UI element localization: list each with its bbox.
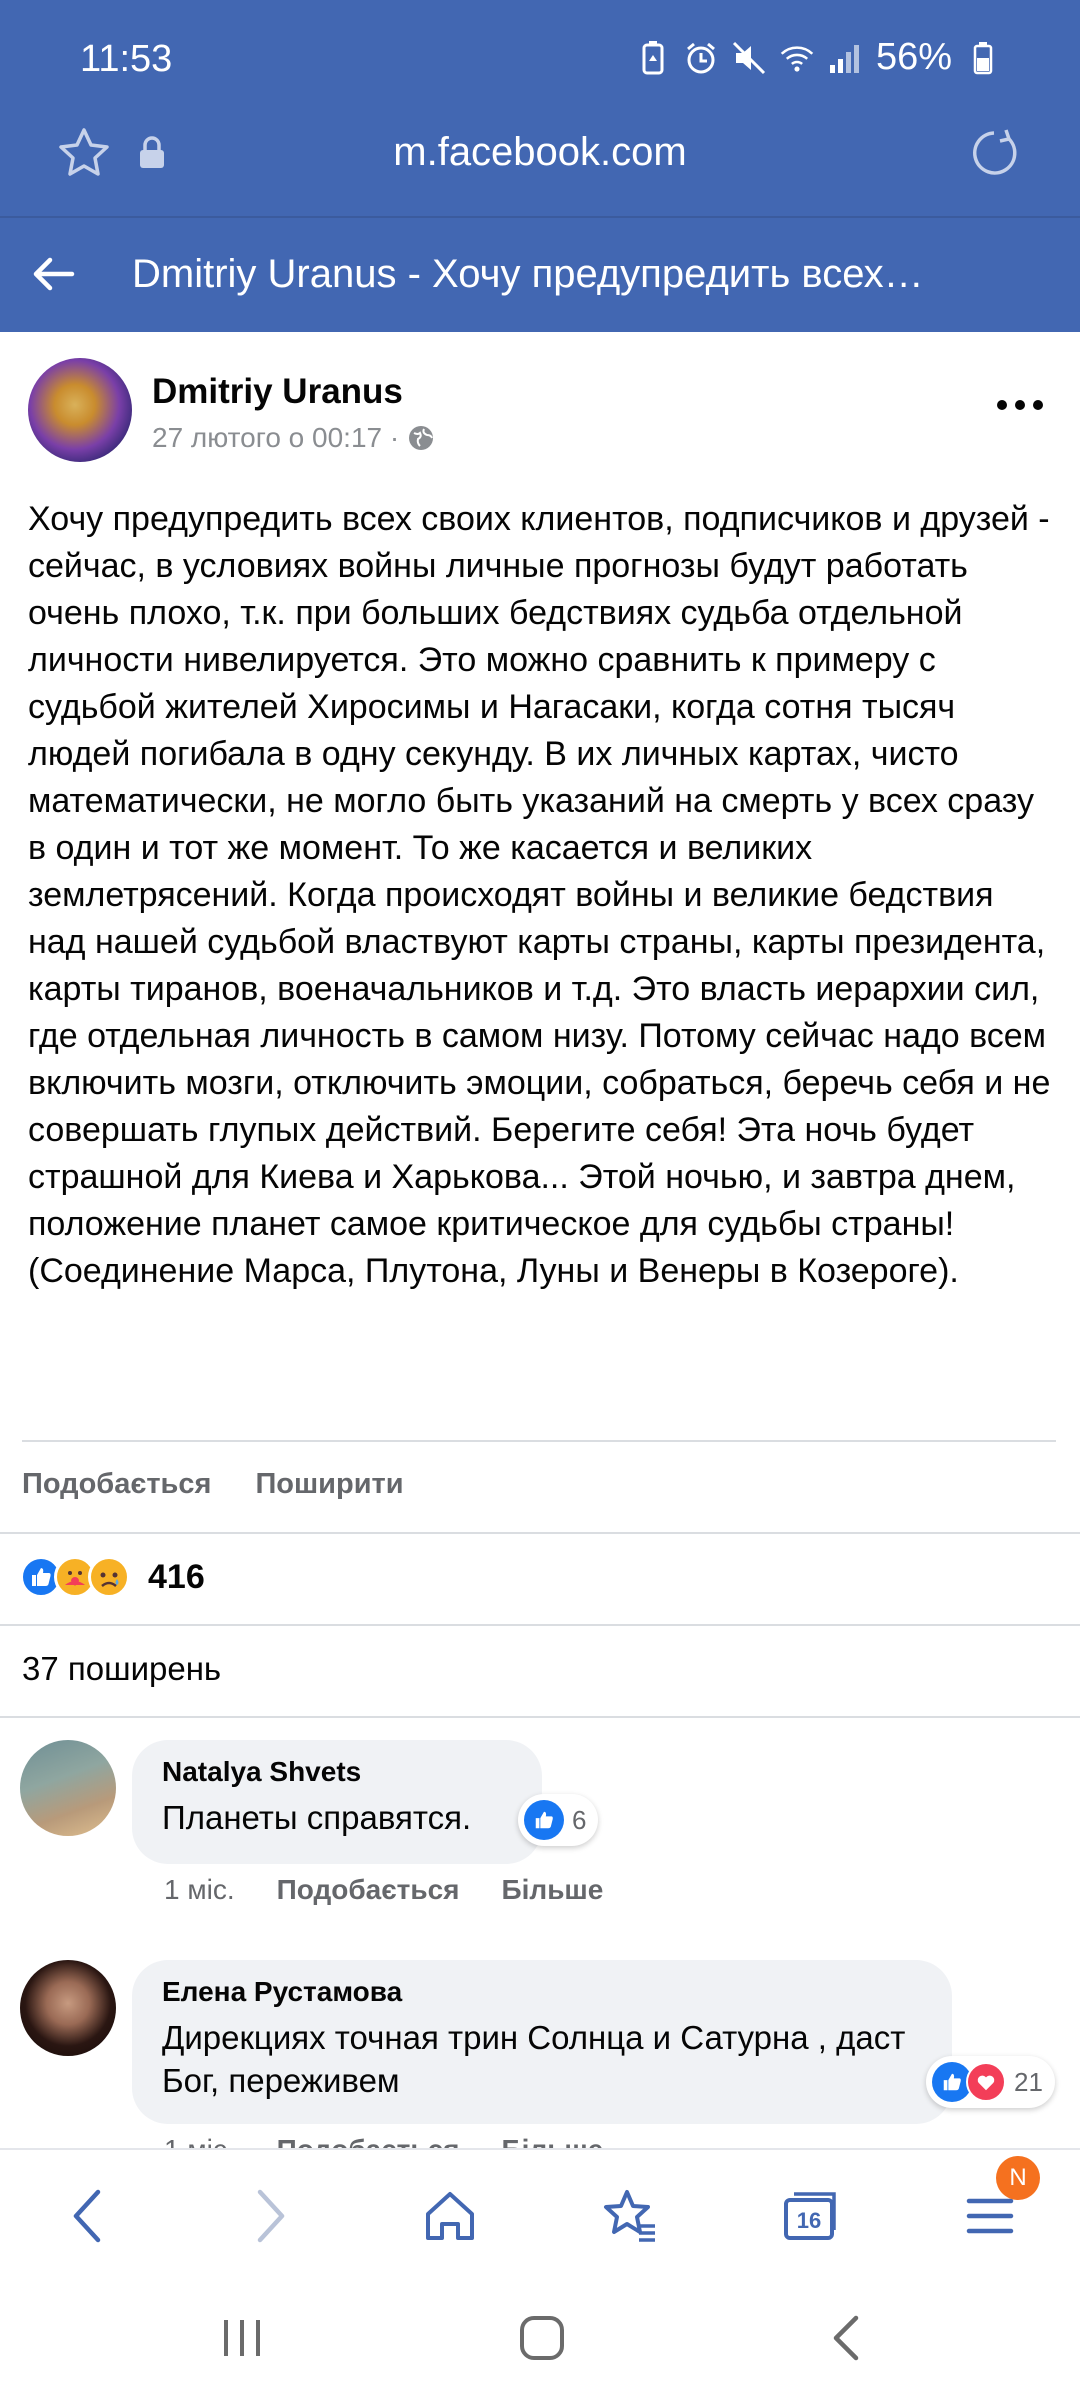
comment-bubble: Елена Рустамова Дирекциях точная трин Со… <box>132 1960 952 2124</box>
commenter-name[interactable]: Natalya Shvets <box>162 1756 512 1788</box>
browser-bottom-bar: 16 N <box>0 2148 1080 2278</box>
battery-saver-icon <box>636 40 670 75</box>
back-arrow-icon[interactable] <box>30 250 78 298</box>
status-icons: 56% <box>636 36 1000 79</box>
comment-text: Планеты справятся. <box>162 1799 472 1836</box>
comment: Natalya Shvets Планеты справятся. 6 1 мі… <box>0 1740 1080 1920</box>
shares-count[interactable]: 37 поширень <box>22 1650 221 1688</box>
comment-meta: 1 міс. Подобається Більше <box>164 2134 603 2148</box>
globe-icon <box>407 424 435 452</box>
author-avatar[interactable] <box>28 358 132 462</box>
url-bar: m.facebook.com <box>0 118 1080 216</box>
divider <box>0 1532 1080 1534</box>
status-bar: 11:53 56% <box>0 0 1080 120</box>
sad-reaction-icon <box>88 1556 130 1598</box>
comment-time: 1 міс. <box>164 2134 235 2148</box>
comment-reaction-count: 6 <box>572 1804 587 1835</box>
divider <box>22 1440 1056 1442</box>
post-text: Хочу предупредить всех своих клиентов, п… <box>28 500 1051 1290</box>
comment-time: 1 міс. <box>164 1874 235 1905</box>
reload-icon[interactable] <box>968 126 1024 182</box>
back-nav-icon[interactable] <box>58 2186 118 2246</box>
comment-reactions[interactable]: 6 <box>518 1794 599 1846</box>
menu-icon[interactable]: N <box>960 2156 1040 2246</box>
comment-like-button[interactable]: Подобається <box>277 1874 460 1906</box>
like-button[interactable]: Подобається <box>22 1468 211 1501</box>
recent-apps-icon[interactable] <box>212 2308 272 2368</box>
comment-text: Дирекциях точная трин Солнца и Сатурна ,… <box>162 2019 906 2099</box>
post-timestamp[interactable]: 27 лютого о 00:17 · <box>152 422 399 454</box>
menu-badge: N <box>996 2156 1040 2200</box>
share-button[interactable]: Поширити <box>255 1468 403 1501</box>
signal-icon <box>828 41 862 75</box>
more-options-icon[interactable] <box>994 390 1046 420</box>
tabs-count: 16 <box>797 2208 821 2233</box>
author-name[interactable]: Dmitriy Uranus <box>152 372 403 412</box>
battery-icon <box>966 41 1000 75</box>
comment-more-button[interactable]: Більше <box>502 2134 604 2148</box>
battery-percent: 56% <box>875 36 952 78</box>
post-header: Dmitriy Uranus 27 лютого о 00:17 · <box>0 350 1080 470</box>
mute-icon <box>732 41 766 75</box>
comment-meta: 1 міс. Подобається Більше <box>164 1874 603 1906</box>
reactions-summary[interactable]: 416 <box>20 1556 205 1598</box>
commenter-avatar[interactable] <box>20 1960 116 2056</box>
browser-top-area: 11:53 56% m.facebook.com <box>0 0 1080 216</box>
comment-like-button[interactable]: Подобається <box>277 2134 460 2148</box>
wifi-icon <box>780 41 814 75</box>
forward-nav-icon[interactable] <box>240 2186 300 2246</box>
back-system-icon[interactable] <box>816 2308 876 2368</box>
post-actions: Подобається Поширити <box>22 1468 404 1501</box>
divider <box>0 1624 1080 1626</box>
comment: Елена Рустамова Дирекциях точная трин Со… <box>0 1960 1080 2148</box>
tabs-icon[interactable]: 16 <box>780 2186 840 2246</box>
like-reaction-icon <box>524 1800 564 1840</box>
commenter-avatar[interactable] <box>20 1740 116 1836</box>
system-nav-bar <box>0 2278 1080 2400</box>
comment-reactions[interactable]: 21 <box>926 2056 1055 2108</box>
page-title: Dmitriy Uranus - Хочу предупредить всех… <box>132 252 924 296</box>
page-header: Dmitriy Uranus - Хочу предупредить всех… <box>0 216 1080 332</box>
divider <box>0 1716 1080 1718</box>
comment-bubble: Natalya Shvets Планеты справятся. <box>132 1740 542 1864</box>
comment-more-button[interactable]: Більше <box>502 1874 604 1906</box>
post-meta: 27 лютого о 00:17 · <box>152 422 435 454</box>
url-text[interactable]: m.facebook.com <box>0 130 1080 175</box>
home-icon[interactable] <box>420 2186 480 2246</box>
reaction-count: 416 <box>148 1557 205 1596</box>
comment-reaction-count: 21 <box>1014 2066 1043 2097</box>
alarm-icon <box>684 41 718 75</box>
status-time: 11:53 <box>80 38 173 80</box>
home-nav-icon[interactable] <box>512 2308 572 2368</box>
bookmarks-icon[interactable] <box>600 2186 660 2246</box>
commenter-name[interactable]: Елена Рустамова <box>162 1976 922 2008</box>
love-reaction-icon <box>966 2062 1006 2102</box>
